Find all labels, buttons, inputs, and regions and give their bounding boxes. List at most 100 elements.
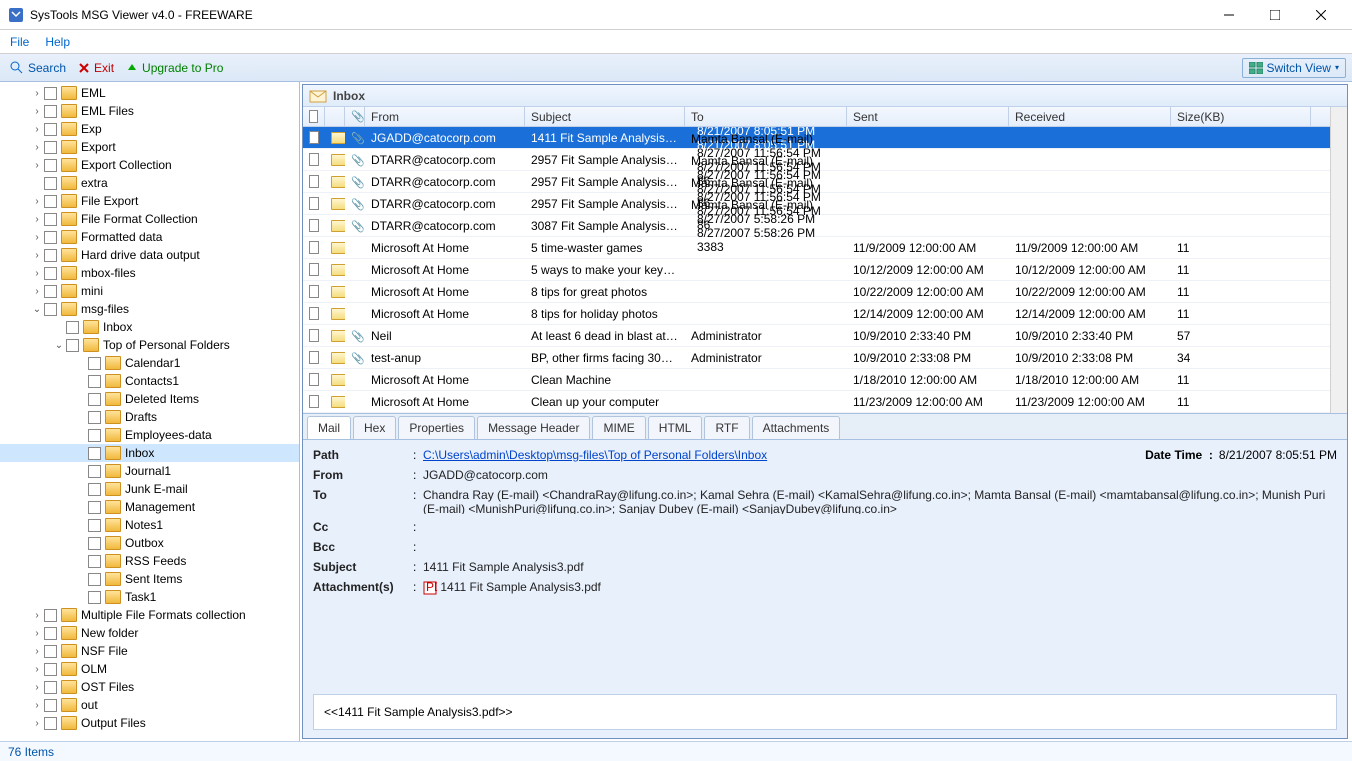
col-checkbox[interactable]: [303, 107, 325, 126]
row-checkbox[interactable]: [309, 307, 319, 320]
menu-file[interactable]: File: [10, 35, 29, 49]
row-checkbox[interactable]: [309, 351, 319, 364]
tree-arrow-icon[interactable]: ›: [30, 250, 44, 261]
tab-mime[interactable]: MIME: [592, 416, 645, 439]
tree-arrow-icon[interactable]: ⌄: [52, 340, 66, 351]
col-to[interactable]: To: [685, 107, 847, 126]
tree-item[interactable]: ›New folder: [0, 624, 299, 642]
tree-item[interactable]: ›Export: [0, 138, 299, 156]
tab-message-header[interactable]: Message Header: [477, 416, 590, 439]
tree-item[interactable]: Calendar1: [0, 354, 299, 372]
message-row[interactable]: 📎DTARR@catocorp.com3087 Fit Sample Analy…: [303, 215, 1330, 237]
tree-item[interactable]: Drafts: [0, 408, 299, 426]
tree-item[interactable]: ›mbox-files: [0, 264, 299, 282]
tree-checkbox[interactable]: [44, 285, 57, 298]
tree-checkbox[interactable]: [88, 501, 101, 514]
tree-item[interactable]: ›OLM: [0, 660, 299, 678]
tree-arrow-icon[interactable]: ›: [30, 106, 44, 117]
col-from[interactable]: From: [365, 107, 525, 126]
tree-checkbox[interactable]: [88, 519, 101, 532]
tree-item[interactable]: ›Export Collection: [0, 156, 299, 174]
tree-arrow-icon[interactable]: ›: [30, 286, 44, 297]
col-attachment[interactable]: 📎: [345, 107, 365, 126]
row-checkbox[interactable]: [309, 175, 319, 188]
tree-checkbox[interactable]: [44, 249, 57, 262]
tree-arrow-icon[interactable]: ›: [30, 214, 44, 225]
tree-item[interactable]: ›Output Files: [0, 714, 299, 732]
tree-checkbox[interactable]: [44, 303, 57, 316]
tree-item[interactable]: Sent Items: [0, 570, 299, 588]
tree-checkbox[interactable]: [44, 717, 57, 730]
tree-checkbox[interactable]: [44, 627, 57, 640]
tree-item[interactable]: ›Exp: [0, 120, 299, 138]
tree-checkbox[interactable]: [44, 609, 57, 622]
tab-mail[interactable]: Mail: [307, 416, 351, 439]
col-received[interactable]: Received: [1009, 107, 1171, 126]
tree-checkbox[interactable]: [88, 537, 101, 550]
tree-item[interactable]: Outbox: [0, 534, 299, 552]
tree-checkbox[interactable]: [44, 231, 57, 244]
tree-checkbox[interactable]: [44, 699, 57, 712]
message-row[interactable]: Microsoft At HomeClean Machine1/18/2010 …: [303, 369, 1330, 391]
tree-arrow-icon[interactable]: ›: [30, 268, 44, 279]
tree-checkbox[interactable]: [44, 681, 57, 694]
message-row[interactable]: Microsoft At Home8 tips for great photos…: [303, 281, 1330, 303]
message-list[interactable]: 📎JGADD@catocorp.com1411 Fit Sample Analy…: [303, 127, 1330, 413]
tree-checkbox[interactable]: [44, 105, 57, 118]
message-row[interactable]: 📎NeilAt least 6 dead in blast at C...Adm…: [303, 325, 1330, 347]
tree-arrow-icon[interactable]: ›: [30, 196, 44, 207]
tree-checkbox[interactable]: [44, 87, 57, 100]
tree-item[interactable]: ›EML Files: [0, 102, 299, 120]
tree-checkbox[interactable]: [88, 573, 101, 586]
menu-help[interactable]: Help: [45, 35, 70, 49]
tree-checkbox[interactable]: [44, 663, 57, 676]
tab-html[interactable]: HTML: [648, 416, 703, 439]
tree-item[interactable]: extra: [0, 174, 299, 192]
col-icon[interactable]: [325, 107, 345, 126]
tab-attachments[interactable]: Attachments: [752, 416, 841, 439]
tree-checkbox[interactable]: [44, 177, 57, 190]
tree-checkbox[interactable]: [44, 213, 57, 226]
tree-arrow-icon[interactable]: ›: [30, 628, 44, 639]
exit-button[interactable]: Exit: [74, 59, 118, 77]
row-checkbox[interactable]: [309, 285, 319, 298]
tree-arrow-icon[interactable]: ›: [30, 664, 44, 675]
message-row[interactable]: 📎test-anupBP, other firms facing 300 la.…: [303, 347, 1330, 369]
tree-item[interactable]: ›File Format Collection: [0, 210, 299, 228]
message-row[interactable]: Microsoft At HomeClean up your computer1…: [303, 391, 1330, 413]
folder-tree[interactable]: ›EML›EML Files›Exp›Export›Export Collect…: [0, 82, 300, 741]
row-checkbox[interactable]: [309, 373, 319, 386]
tree-item[interactable]: Deleted Items: [0, 390, 299, 408]
row-checkbox[interactable]: [309, 153, 319, 166]
tree-item[interactable]: Inbox: [0, 444, 299, 462]
row-checkbox[interactable]: [309, 131, 319, 144]
tree-checkbox[interactable]: [88, 447, 101, 460]
tree-item[interactable]: ›Multiple File Formats collection: [0, 606, 299, 624]
tree-arrow-icon[interactable]: ›: [30, 700, 44, 711]
col-size[interactable]: Size(KB): [1171, 107, 1311, 126]
tree-item[interactable]: ⌄Top of Personal Folders: [0, 336, 299, 354]
tree-arrow-icon[interactable]: ›: [30, 142, 44, 153]
tree-item[interactable]: ›OST Files: [0, 678, 299, 696]
tree-arrow-icon[interactable]: ›: [30, 160, 44, 171]
tree-item[interactable]: ›NSF File: [0, 642, 299, 660]
tree-arrow-icon[interactable]: ›: [30, 124, 44, 135]
tree-arrow-icon[interactable]: ⌄: [30, 304, 44, 315]
tree-item[interactable]: ›EML: [0, 84, 299, 102]
tab-hex[interactable]: Hex: [353, 416, 396, 439]
row-checkbox[interactable]: [309, 241, 319, 254]
tree-checkbox[interactable]: [44, 141, 57, 154]
tree-arrow-icon[interactable]: ›: [30, 610, 44, 621]
tree-item[interactable]: Management: [0, 498, 299, 516]
tree-item[interactable]: Contacts1: [0, 372, 299, 390]
tree-item[interactable]: ›File Export: [0, 192, 299, 210]
tree-checkbox[interactable]: [88, 357, 101, 370]
maximize-button[interactable]: [1252, 0, 1298, 30]
switch-view-button[interactable]: Switch View ▾: [1242, 58, 1347, 78]
row-checkbox[interactable]: [309, 329, 319, 342]
tree-item[interactable]: ⌄msg-files: [0, 300, 299, 318]
search-button[interactable]: Search: [6, 59, 70, 77]
tree-item[interactable]: ›Hard drive data output: [0, 246, 299, 264]
tree-arrow-icon[interactable]: ›: [30, 718, 44, 729]
col-sent[interactable]: Sent: [847, 107, 1009, 126]
